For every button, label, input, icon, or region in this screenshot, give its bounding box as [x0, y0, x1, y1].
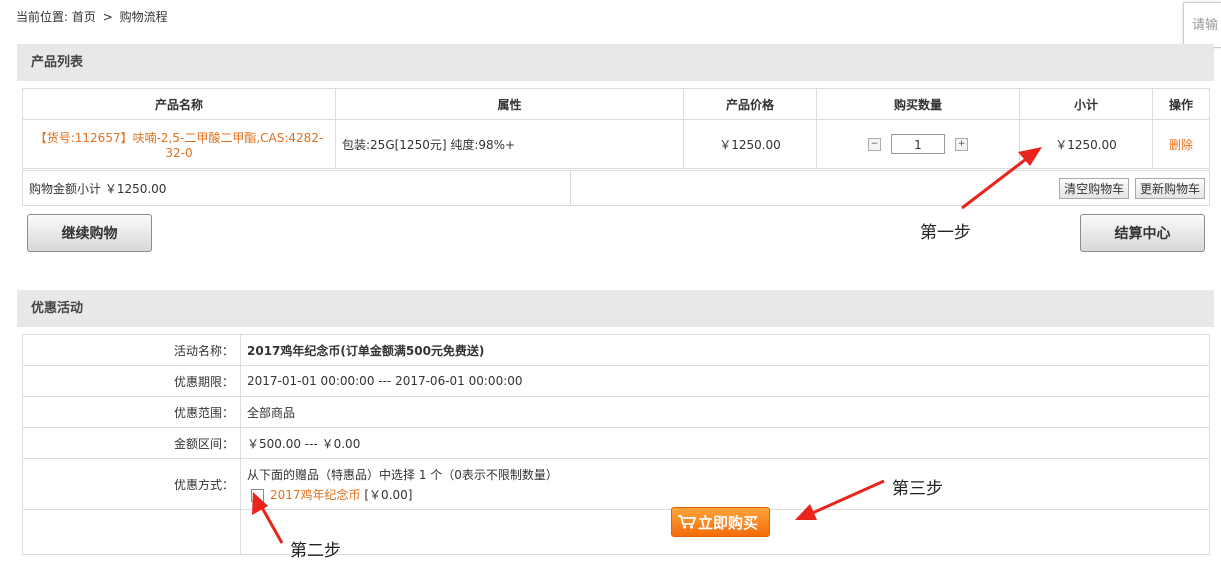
gift-option: 2017鸡年纪念币 [￥0.00] — [247, 486, 1208, 503]
checkout-button[interactable]: 结算中心 — [1080, 214, 1205, 252]
buy-now-label: 立即购买 — [698, 514, 759, 532]
breadcrumb: 当前位置: 首页 > 购物流程 — [16, 8, 168, 25]
cart-actions-cell: 清空购物车 更新购物车 — [570, 170, 1210, 206]
side-search-input[interactable]: 请输 — [1183, 2, 1221, 48]
step2-label: 第二步 — [290, 541, 341, 561]
product-subtotal: ￥1250.00 — [1019, 119, 1153, 169]
col-quantity: 购买数量 — [816, 88, 1020, 120]
gift-price: [￥0.00] — [364, 487, 413, 502]
promo-period-value: 2017-01-01 00:00:00 --- 2017-06-01 00:00… — [240, 365, 1210, 397]
quantity-cell: − 1 + — [816, 119, 1020, 169]
step1-label: 第一步 — [920, 223, 971, 243]
promo-method-label: 优惠方式： — [22, 458, 241, 510]
update-cart-button[interactable]: 更新购物车 — [1134, 177, 1205, 199]
cart-total-text: 购物金额小计 ￥1250.00 — [22, 170, 571, 206]
cart-table: 产品名称 属性 产品价格 购买数量 小计 操作 【货号:112657】呋喃-2,… — [22, 88, 1210, 169]
cart-item-row: 【货号:112657】呋喃-2,5-二甲酸二甲酯,CAS:4282-32-0 包… — [22, 119, 1210, 169]
gift-checkbox[interactable] — [251, 488, 264, 502]
breadcrumb-home-link[interactable]: 首页 — [72, 10, 96, 24]
action-cell: 删除 — [1152, 119, 1210, 169]
promo-row: 金额区间： ￥500.00 --- ￥0.00 — [22, 427, 1210, 459]
promo-name-value: 2017鸡年纪念币(订单金额满500元免费送) — [240, 334, 1210, 366]
promo-scope-label: 优惠范围： — [22, 396, 241, 428]
promo-row: 优惠期限： 2017-01-01 00:00:00 --- 2017-06-01… — [22, 365, 1210, 397]
promo-amount-label: 金额区间： — [22, 427, 241, 459]
col-action: 操作 — [1152, 88, 1210, 120]
col-product-name: 产品名称 — [22, 88, 336, 120]
breadcrumb-prefix: 当前位置: — [16, 10, 69, 24]
breadcrumb-separator: > — [102, 10, 113, 24]
breadcrumb-current: 购物流程 — [119, 10, 168, 24]
product-name-link[interactable]: 【货号:112657】呋喃-2,5-二甲酸二甲酯,CAS:4282-32-0 — [35, 131, 324, 160]
clear-cart-button[interactable]: 清空购物车 — [1059, 177, 1130, 199]
col-subtotal: 小计 — [1019, 88, 1153, 120]
product-price: ￥1250.00 — [683, 119, 817, 169]
step3-label: 第三步 — [892, 479, 943, 499]
cart-summary-table: 购物金额小计 ￥1250.00 清空购物车 更新购物车 — [22, 170, 1210, 206]
promo-row — [22, 509, 1210, 555]
promo-row: 活动名称： 2017鸡年纪念币(订单金额满500元免费送) — [22, 334, 1210, 366]
promo-empty-label — [22, 509, 241, 555]
continue-shopping-button[interactable]: 继续购物 — [27, 214, 152, 252]
delete-link[interactable]: 删除 — [1169, 138, 1193, 152]
promotion-table: 活动名称： 2017鸡年纪念币(订单金额满500元免费送) 优惠期限： 2017… — [22, 334, 1210, 555]
promo-amount-value: ￥500.00 --- ￥0.00 — [240, 427, 1210, 459]
col-attribute: 属性 — [335, 88, 684, 120]
promo-method-text: 从下面的赠品（特惠品）中选择 1 个（0表示不限制数量） — [247, 467, 558, 482]
buy-now-button[interactable]: 立即购买 — [671, 507, 770, 537]
col-price: 产品价格 — [683, 88, 817, 120]
promo-scope-value: 全部商品 — [240, 396, 1210, 428]
product-attribute: 包装:25G[1250元] 纯度:98%+ — [335, 119, 684, 169]
product-name-cell: 【货号:112657】呋喃-2,5-二甲酸二甲酯,CAS:4282-32-0 — [22, 119, 336, 169]
qty-decrease-button[interactable]: − — [868, 137, 881, 151]
quantity-stepper: − 1 + — [864, 134, 972, 154]
promo-period-label: 优惠期限： — [22, 365, 241, 397]
cart-header-row: 产品名称 属性 产品价格 购买数量 小计 操作 — [22, 88, 1210, 120]
promotion-header: 优惠活动 — [17, 290, 1214, 327]
promo-row: 优惠范围： 全部商品 — [22, 396, 1210, 428]
promo-name-label: 活动名称： — [22, 334, 241, 366]
shopping-cart-icon — [678, 515, 697, 529]
qty-increase-button[interactable]: + — [955, 137, 968, 151]
gift-name-link[interactable]: 2017鸡年纪念币 — [270, 488, 361, 502]
quantity-input[interactable]: 1 — [891, 134, 945, 154]
promo-row: 优惠方式： 从下面的赠品（特惠品）中选择 1 个（0表示不限制数量） 2017鸡… — [22, 458, 1210, 510]
product-list-header: 产品列表 — [17, 44, 1214, 81]
promo-method-cell: 从下面的赠品（特惠品）中选择 1 个（0表示不限制数量） 2017鸡年纪念币 [… — [240, 458, 1210, 510]
